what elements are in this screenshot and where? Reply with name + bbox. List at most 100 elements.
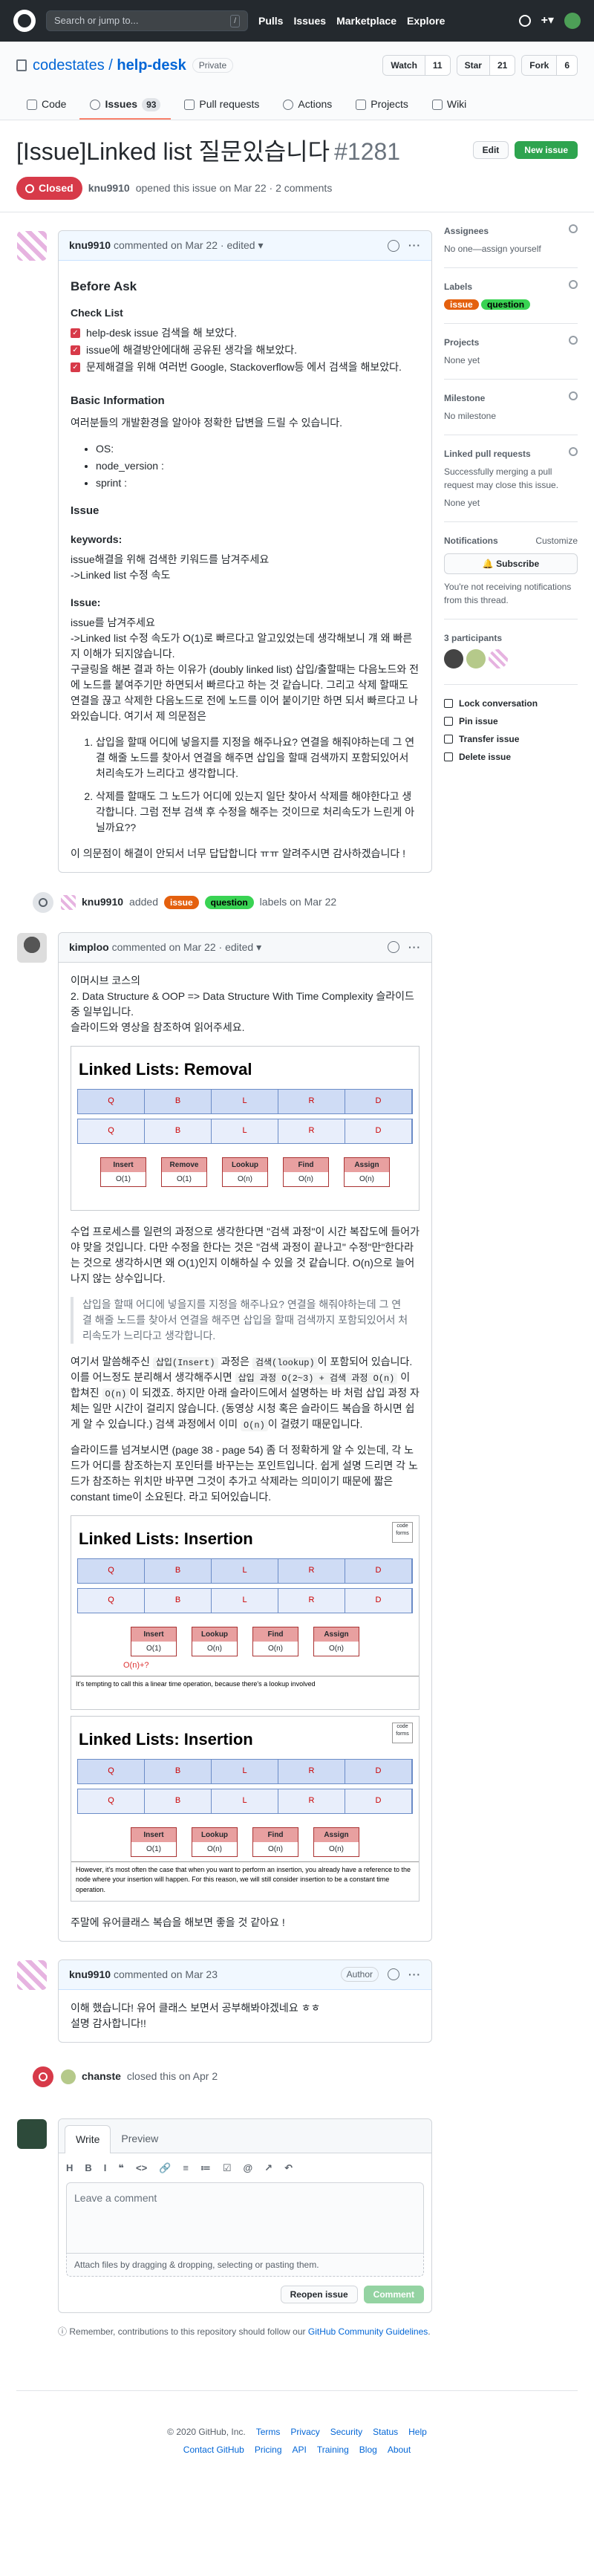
bell-icon[interactable]	[518, 15, 531, 27]
footer-link[interactable]: Pricing	[255, 2443, 282, 2456]
footer-link[interactable]: Security	[330, 2425, 362, 2439]
comment-meta[interactable]: commented on Mar 22 · edited ▾	[114, 238, 264, 253]
repo-name-link[interactable]: help-desk	[117, 57, 186, 74]
more-options-icon[interactable]: ···	[408, 238, 421, 253]
heading-icon[interactable]: H	[66, 2161, 73, 2176]
nav-explore[interactable]: Explore	[407, 15, 445, 27]
numbered-list-icon[interactable]: ≔	[200, 2161, 211, 2176]
label-question[interactable]: question	[481, 299, 531, 310]
checkbox-checked-icon[interactable]: ✓	[71, 362, 80, 372]
gear-icon[interactable]	[569, 447, 578, 456]
lock-conversation[interactable]: Lock conversation	[444, 697, 578, 710]
tab-preview[interactable]: Preview	[111, 2125, 169, 2153]
quote-icon[interactable]: ❝	[118, 2161, 124, 2176]
more-options-icon[interactable]: ···	[408, 940, 421, 955]
guidelines-link[interactable]: GitHub Community Guidelines	[308, 2326, 428, 2337]
footer-link[interactable]: About	[388, 2443, 411, 2456]
assign-yourself-link[interactable]: No one—assign yourself	[444, 242, 578, 256]
author-link[interactable]: knu9910	[88, 180, 130, 196]
bulleted-list-icon[interactable]: ≡	[183, 2161, 189, 2176]
comment-meta[interactable]: commented on Mar 22 · edited ▾	[112, 940, 262, 955]
footer-link[interactable]: Blog	[359, 2443, 377, 2456]
tab-actions[interactable]: Actions	[272, 91, 342, 120]
smiley-icon[interactable]	[388, 941, 399, 953]
footer-link[interactable]: Training	[317, 2443, 349, 2456]
avatar[interactable]	[17, 2118, 47, 2149]
avatar[interactable]	[444, 649, 463, 669]
tab-issues[interactable]: Issues 93	[79, 91, 172, 120]
watch-button[interactable]: Watch 11	[382, 55, 451, 76]
reopen-issue-button[interactable]: Reopen issue	[280, 2286, 358, 2303]
gear-icon[interactable]	[569, 224, 578, 233]
mention-icon[interactable]: @	[243, 2161, 252, 2176]
avatar[interactable]	[466, 649, 486, 669]
more-options-icon[interactable]: ···	[408, 1967, 421, 1983]
task-list-icon[interactable]: ☑	[223, 2161, 232, 2176]
footer-link[interactable]: API	[293, 2443, 307, 2456]
label-question[interactable]: question	[204, 895, 254, 909]
event-user[interactable]: chanste	[82, 2069, 121, 2084]
gear-icon[interactable]	[569, 391, 578, 400]
slide-image-insertion[interactable]: Linked Lists: Insertion code forms QBLRD…	[71, 1515, 420, 1710]
italic-icon[interactable]: I	[104, 2161, 107, 2176]
customize-link[interactable]: Customize	[535, 534, 578, 547]
avatar[interactable]	[17, 231, 47, 261]
nav-issues[interactable]: Issues	[293, 15, 326, 27]
comment-meta[interactable]: commented on Mar 23	[114, 1967, 218, 1983]
avatar[interactable]	[489, 649, 508, 669]
fork-count[interactable]: 6	[556, 56, 577, 75]
slide-image-removal[interactable]: Linked Lists: Removal QBLRD QBLRD Insert…	[71, 1045, 420, 1211]
footer-link[interactable]: Terms	[256, 2425, 281, 2439]
comment-textarea[interactable]: Leave a comment	[66, 2182, 424, 2254]
gear-icon[interactable]	[569, 336, 578, 345]
edit-button[interactable]: Edit	[472, 141, 509, 159]
nav-marketplace[interactable]: Marketplace	[336, 15, 396, 27]
reply-icon[interactable]: ↶	[284, 2161, 293, 2176]
footer-link[interactable]: Privacy	[290, 2425, 319, 2439]
tab-code[interactable]: Code	[16, 91, 76, 120]
label-issue[interactable]: issue	[444, 299, 479, 310]
attach-files[interactable]: Attach files by dragging & dropping, sel…	[66, 2254, 424, 2277]
transfer-issue[interactable]: Transfer issue	[444, 732, 578, 746]
footer-link[interactable]: Contact GitHub	[183, 2443, 244, 2456]
avatar[interactable]	[61, 2069, 76, 2084]
footer-link[interactable]: Status	[373, 2425, 398, 2439]
avatar[interactable]	[17, 932, 47, 963]
checkbox-checked-icon[interactable]: ✓	[71, 328, 80, 338]
tab-pull-requests[interactable]: Pull requests	[174, 91, 270, 120]
tab-write[interactable]: Write	[65, 2124, 111, 2153]
avatar[interactable]	[61, 894, 76, 910]
comment-button[interactable]: Comment	[363, 2286, 424, 2303]
delete-issue[interactable]: Delete issue	[444, 750, 578, 764]
link-icon[interactable]: 🔗	[159, 2161, 171, 2176]
star-button[interactable]: Star 21	[456, 55, 516, 76]
label-issue[interactable]: issue	[163, 895, 199, 909]
tab-wiki[interactable]: Wiki	[422, 91, 477, 120]
watch-count[interactable]: 11	[424, 56, 450, 75]
smiley-icon[interactable]	[388, 239, 399, 252]
reference-icon[interactable]: ↗	[264, 2161, 272, 2176]
tab-projects[interactable]: Projects	[345, 91, 419, 120]
code-icon[interactable]: <>	[136, 2161, 147, 2176]
search-input[interactable]: Search or jump to... /	[46, 10, 248, 31]
footer-link[interactable]: Help	[408, 2425, 427, 2439]
event-user[interactable]: knu9910	[82, 894, 123, 910]
comment-author[interactable]: kimploo	[69, 940, 109, 955]
repo-owner-link[interactable]: codestates	[33, 57, 105, 74]
slide-image-insertion-2[interactable]: Linked Lists: Insertion code forms QBLRD…	[71, 1715, 420, 1902]
nav-pulls[interactable]: Pulls	[258, 15, 283, 27]
star-count[interactable]: 21	[489, 56, 515, 75]
pin-issue[interactable]: Pin issue	[444, 715, 578, 728]
subscribe-button[interactable]: 🔔 Subscribe	[444, 553, 578, 574]
new-issue-button[interactable]: New issue	[515, 141, 578, 159]
github-logo-icon[interactable]	[13, 10, 36, 32]
comment-author[interactable]: knu9910	[69, 1967, 111, 1983]
comment-author[interactable]: knu9910	[69, 238, 111, 253]
fork-button[interactable]: Fork 6	[521, 55, 578, 76]
smiley-icon[interactable]	[388, 1968, 399, 1980]
checkbox-checked-icon[interactable]: ✓	[71, 345, 80, 355]
bold-icon[interactable]: B	[85, 2161, 91, 2176]
avatar[interactable]	[564, 13, 581, 29]
avatar[interactable]	[17, 1959, 47, 1990]
gear-icon[interactable]	[569, 280, 578, 289]
